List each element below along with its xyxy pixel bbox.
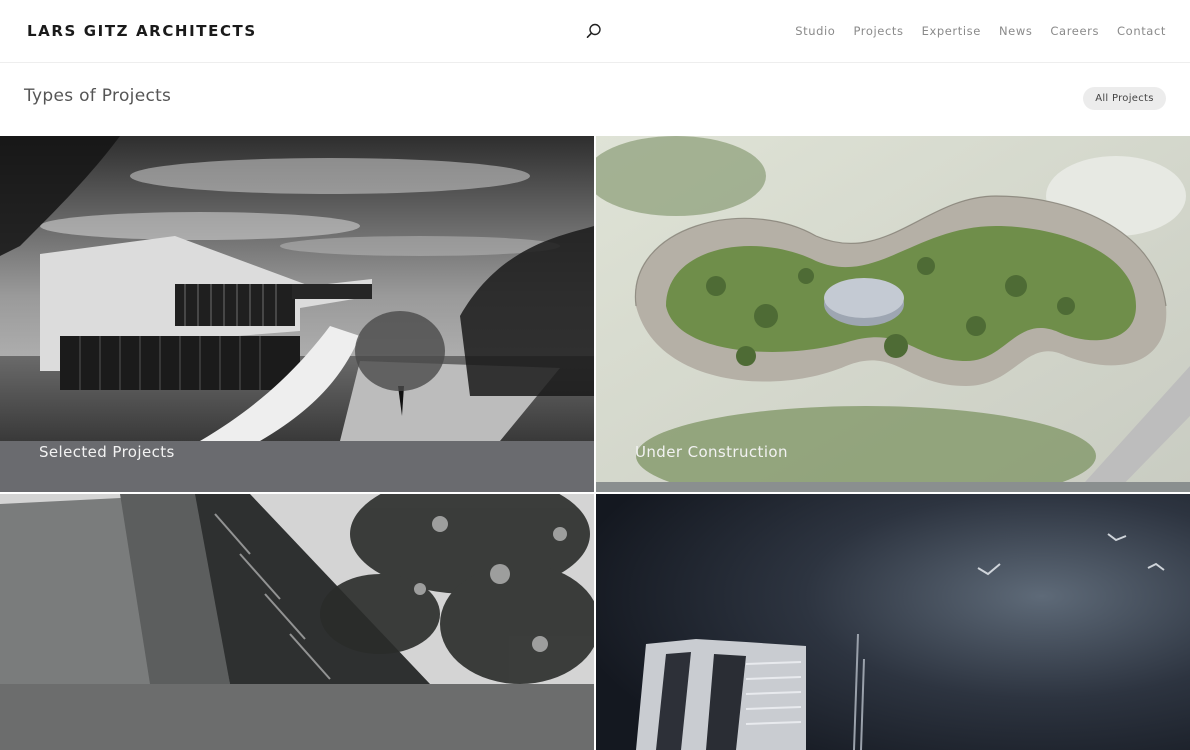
- page-title: Types of Projects: [24, 86, 172, 106]
- nav-item-studio[interactable]: Studio: [795, 24, 835, 38]
- main-nav: Studio Projects Expertise News Careers C…: [795, 24, 1166, 38]
- tile-label-under-construction: Under Construction: [635, 443, 788, 461]
- all-projects-button[interactable]: All Projects: [1083, 87, 1166, 110]
- nav-item-projects[interactable]: Projects: [853, 24, 903, 38]
- tile-label-selected-projects: Selected Projects: [39, 443, 175, 461]
- nav-item-news[interactable]: News: [999, 24, 1032, 38]
- site-logo[interactable]: LARS GITZ ARCHITECTS: [27, 22, 257, 40]
- project-tile-under-construction[interactable]: Under Construction: [596, 136, 1190, 492]
- project-image-3: [0, 494, 594, 750]
- search-button[interactable]: [584, 21, 604, 41]
- project-tile-selected[interactable]: Selected Projects: [0, 136, 594, 492]
- nav-item-expertise[interactable]: Expertise: [922, 24, 981, 38]
- site-header: LARS GITZ ARCHITECTS Studio Projects Exp…: [0, 0, 1190, 63]
- project-image-selected: [0, 136, 594, 492]
- project-tile-3[interactable]: [0, 494, 594, 750]
- project-image-under-construction: [596, 136, 1190, 492]
- nav-item-contact[interactable]: Contact: [1117, 24, 1166, 38]
- project-tile-4[interactable]: [596, 494, 1190, 750]
- project-image-4: [596, 494, 1190, 750]
- nav-item-careers[interactable]: Careers: [1050, 24, 1099, 38]
- search-icon: [586, 23, 601, 39]
